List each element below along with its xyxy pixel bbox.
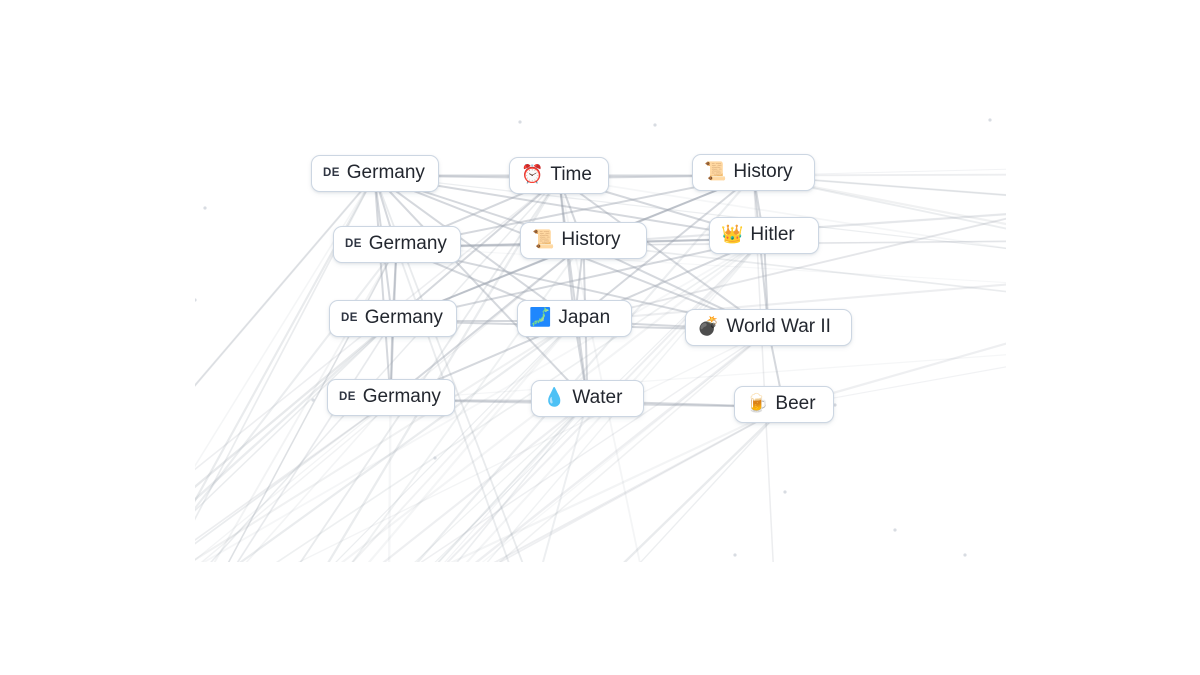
node-label: Germany bbox=[364, 307, 443, 328]
graph-edge-distant bbox=[236, 320, 394, 562]
graph-edge-distant bbox=[574, 217, 1006, 322]
background-dot bbox=[733, 553, 737, 557]
graph-edge-distant bbox=[437, 400, 589, 562]
node-world-war-ii[interactable]: 💣 World War II bbox=[685, 309, 852, 346]
graph-edge-distant bbox=[444, 400, 588, 562]
graph-edge-distant bbox=[374, 174, 1006, 249]
node-germany-3[interactable]: DE Germany bbox=[329, 300, 457, 337]
node-germany-2[interactable]: DE Germany bbox=[333, 226, 461, 263]
japan-emoji-icon: 🗾 bbox=[529, 306, 552, 328]
flag-de-icon: DE bbox=[339, 391, 356, 404]
graph-edge-distant bbox=[195, 320, 576, 561]
graph-edge-distant bbox=[195, 320, 394, 502]
node-label: Germany bbox=[368, 233, 447, 254]
flag-de-icon: DE bbox=[341, 312, 358, 325]
world-war-ii-emoji-icon: 💣 bbox=[697, 315, 720, 337]
background-dot bbox=[783, 490, 787, 494]
graph-edge-distant bbox=[367, 320, 576, 562]
graph-edge-distant bbox=[195, 320, 394, 512]
background-dot bbox=[203, 206, 207, 210]
graph-edge-distant bbox=[340, 237, 765, 562]
node-label: Germany bbox=[362, 386, 441, 407]
background-dot bbox=[893, 528, 897, 532]
node-history-2[interactable]: 📜 History bbox=[520, 222, 647, 259]
graph-edge-distant bbox=[195, 320, 394, 489]
node-label: Beer bbox=[775, 393, 816, 414]
background-dot bbox=[988, 118, 992, 122]
graph-edge-distant bbox=[783, 342, 1006, 409]
graph-edge-distant bbox=[396, 246, 1006, 284]
graph-edge-distant bbox=[542, 400, 589, 562]
background-dot bbox=[195, 298, 197, 302]
graph-edge-distant bbox=[396, 240, 1006, 248]
graph-edge-distant bbox=[486, 238, 765, 562]
graph-edge-distant bbox=[498, 329, 769, 562]
graph-edge-distant bbox=[245, 399, 392, 562]
node-label: History bbox=[561, 229, 621, 250]
graph-edge-distant bbox=[335, 320, 575, 562]
node-label: Hitler bbox=[750, 224, 795, 245]
node-germany-1[interactable]: DE Germany bbox=[311, 155, 439, 192]
graph-edge-distant bbox=[456, 400, 589, 562]
node-history-1[interactable]: 📜 History bbox=[692, 154, 815, 191]
node-label: Water bbox=[572, 387, 623, 408]
node-germany-4[interactable]: DE Germany bbox=[327, 379, 455, 416]
history-2-emoji-icon: 📜 bbox=[532, 228, 555, 250]
graph-edge-distant bbox=[237, 320, 393, 562]
node-time[interactable]: ⏰ Time bbox=[509, 157, 609, 194]
graph-edge-distant bbox=[195, 320, 394, 489]
graph-edge-distant bbox=[195, 399, 392, 545]
node-label: History bbox=[733, 161, 793, 182]
node-label: Japan bbox=[558, 307, 611, 328]
graph-edge-distant bbox=[414, 400, 588, 562]
graph-edge bbox=[373, 175, 392, 401]
flag-de-icon: DE bbox=[345, 238, 362, 251]
graph-edge-distant bbox=[574, 217, 1006, 322]
graph-edge-distant bbox=[498, 406, 785, 562]
graph-edge-distant bbox=[416, 174, 755, 562]
graph-edge-distant bbox=[351, 320, 576, 562]
graph-edge-distant bbox=[450, 406, 785, 562]
graph-edge bbox=[558, 177, 589, 402]
graph-edge-distant bbox=[195, 399, 391, 542]
graph-edge-distant bbox=[623, 406, 785, 562]
hitler-emoji-icon: 👑 bbox=[721, 223, 744, 245]
graph-edge-distant bbox=[387, 399, 392, 562]
node-water[interactable]: 💧 Water bbox=[531, 380, 644, 417]
background-dot bbox=[433, 456, 437, 460]
node-label: World War II bbox=[726, 316, 831, 337]
graph-edge-distant bbox=[474, 329, 770, 562]
graph-edge-distant bbox=[493, 406, 785, 562]
graph-canvas[interactable]: DE Germany ⏰ Time 📜 History DE Germany 📜 History 👑… bbox=[195, 100, 1006, 562]
node-label: Time bbox=[550, 164, 592, 185]
background-dot bbox=[311, 398, 315, 402]
background-dot bbox=[518, 120, 522, 124]
graph-edge-distant bbox=[382, 400, 589, 562]
beer-emoji-icon: 🍺 bbox=[746, 392, 769, 414]
graph-edge-distant bbox=[446, 237, 765, 562]
graph-edge-distant bbox=[202, 237, 765, 562]
graph-edge bbox=[373, 174, 589, 402]
node-japan[interactable]: 🗾 Japan bbox=[517, 300, 632, 337]
time-emoji-icon: ⏰ bbox=[521, 163, 544, 185]
history-1-emoji-icon: 📜 bbox=[704, 160, 727, 182]
graph-edge-distant bbox=[465, 237, 765, 562]
background-dot bbox=[653, 123, 657, 127]
graph-edge-distant bbox=[434, 238, 765, 562]
graph-edge-distant bbox=[275, 237, 765, 562]
graph-edge-distant bbox=[481, 329, 769, 562]
graph-edge-distant bbox=[239, 320, 576, 562]
node-hitler[interactable]: 👑 Hitler bbox=[709, 217, 819, 254]
background-dot bbox=[963, 553, 967, 557]
node-beer[interactable]: 🍺 Beer bbox=[734, 386, 834, 423]
graph-edge-distant bbox=[420, 329, 769, 562]
graph-edge-distant bbox=[437, 400, 588, 562]
graph-edge-distant bbox=[195, 399, 391, 561]
flag-de-icon: DE bbox=[323, 167, 340, 180]
graph-edge-distant bbox=[297, 329, 769, 562]
water-emoji-icon: 💧 bbox=[543, 386, 566, 408]
graph-edge-distant bbox=[396, 240, 1006, 248]
graph-edge-distant bbox=[639, 406, 785, 562]
node-label: Germany bbox=[346, 162, 425, 183]
